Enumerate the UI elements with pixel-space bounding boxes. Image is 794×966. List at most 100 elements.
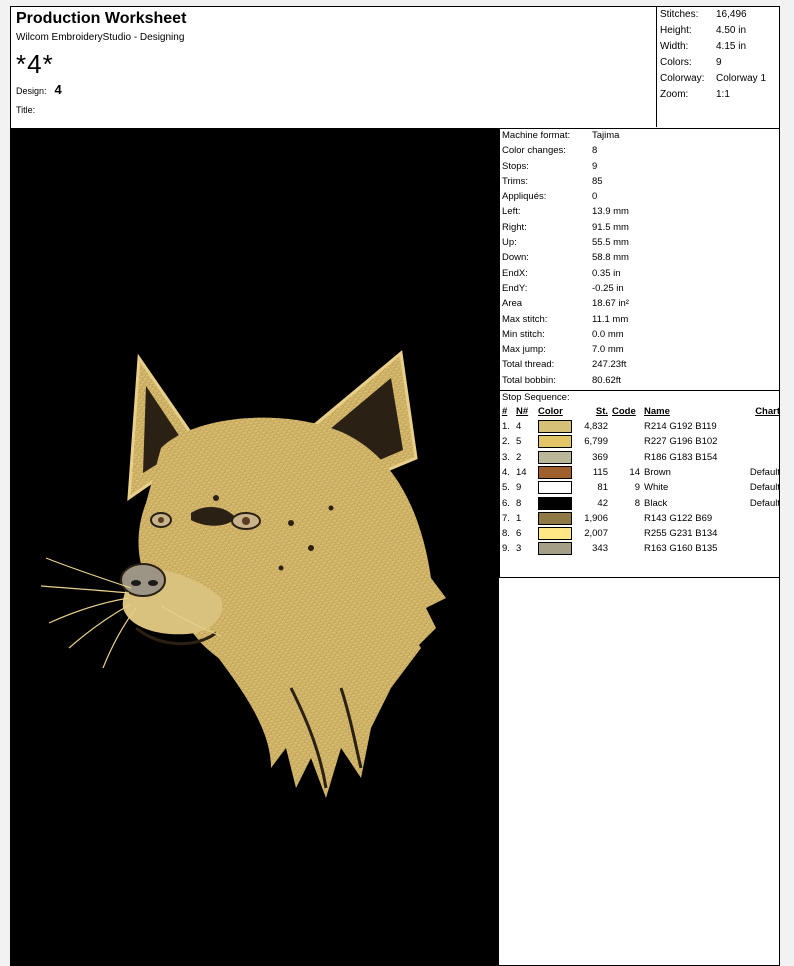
row-index: 8.: [502, 528, 510, 540]
table-row: 9. 3 343 R163 G160 B135: [502, 541, 780, 556]
row-code: 14: [629, 466, 640, 478]
row-chart: [740, 511, 780, 526]
color-swatch: [538, 450, 572, 464]
col-header-name: Name: [644, 406, 670, 418]
row-name: R255 G231 B134: [644, 528, 718, 540]
row-color-swatch: [538, 480, 576, 495]
stat-row: Appliqués: 0: [502, 191, 598, 203]
row-name: R214 G192 B119: [644, 421, 717, 433]
table-row: 2. 5 6,799 R227 G196 B102: [502, 434, 780, 449]
row-code: [612, 434, 644, 449]
row-name: Brown: [644, 466, 671, 478]
stop-sequence-body: 1. 4 4,832 R214 G192 B119 2. 5 6,799 R227 G196 …: [502, 419, 780, 557]
worksheet-title: Production Worksheet: [16, 10, 187, 27]
row-name: White: [644, 482, 669, 494]
stat-row: Stops: 9: [502, 160, 598, 172]
stat-row: Min stitch: 0.0 mm: [502, 328, 624, 340]
row-index: 3.: [502, 451, 510, 463]
summary-row: Colorway: Colorway 1: [660, 73, 767, 84]
row-chart: [740, 541, 780, 556]
row-name: R186 G183 B154: [644, 451, 718, 463]
row-stitches: 343: [592, 543, 608, 555]
row-color-swatch: [538, 450, 576, 465]
row-color-swatch: [538, 419, 576, 434]
stop-sequence-title: Stop Sequence:: [500, 390, 780, 405]
row-code: [612, 541, 644, 556]
design-row: Design: 4: [16, 82, 656, 97]
row-color-swatch: [538, 541, 576, 556]
stat-row: Area 18.67 in²: [502, 298, 629, 310]
row-needle: 14: [516, 466, 527, 478]
summary-row: Colors: 9: [660, 57, 722, 68]
worksheet-page: Production Worksheet Wilcom EmbroiderySt…: [10, 6, 780, 966]
stat-row: Up: 55.5 mm: [502, 237, 629, 249]
row-name: R227 G196 B102: [644, 436, 718, 448]
row-stitches: 115: [592, 466, 608, 478]
row-chart: Default: [749, 466, 780, 478]
stat-row: Left: 13.9 mm: [502, 206, 629, 218]
col-header-index: #: [502, 406, 508, 418]
summary-row: Height: 4.50 in: [660, 25, 747, 36]
row-needle: 6: [516, 528, 522, 540]
row-code: 8: [634, 497, 640, 509]
summary-row: Zoom: 1:1: [660, 89, 730, 100]
row-index: 5.: [502, 482, 510, 494]
row-color-swatch: [538, 511, 576, 526]
row-needle: 8: [516, 497, 522, 509]
row-name: R163 G160 B135: [644, 543, 718, 555]
hyena-embroidery-illustration: [40, 350, 446, 798]
software-name: Wilcom EmbroideryStudio - Designing: [16, 32, 185, 43]
worksheet-header: Production Worksheet Wilcom EmbroiderySt…: [11, 7, 779, 129]
table-row: 8. 6 2,007 R255 G231 B134: [502, 526, 780, 541]
row-stitches: 6,799: [584, 436, 608, 448]
summary-box: Stitches: 16,496 Height: 4.50 in Width: 4.1…: [656, 7, 780, 127]
row-stitches: 42: [597, 497, 608, 509]
row-color-swatch: [538, 526, 576, 541]
color-swatch: [538, 511, 572, 525]
row-code: [612, 526, 644, 541]
stat-row: EndY: -0.25 in: [502, 282, 624, 294]
row-code: [612, 419, 644, 434]
row-color-swatch: [538, 496, 576, 511]
stat-row: Max stitch: 11.1 mm: [502, 313, 629, 325]
col-header-needle: N#: [516, 406, 529, 418]
row-stitches: 81: [597, 482, 608, 494]
row-chart: Default: [749, 482, 780, 494]
color-swatch: [538, 420, 572, 434]
row-chart: Default: [749, 497, 780, 509]
color-swatch: [538, 542, 572, 556]
stat-row: Total thread: 247.23ft: [502, 359, 627, 371]
table-row: 1. 4 4,832 R214 G192 B119: [502, 419, 780, 434]
row-needle: 2: [516, 451, 522, 463]
row-index: 2.: [502, 436, 510, 448]
col-header-stitches: St.: [595, 406, 608, 418]
header-info: Production Worksheet Wilcom EmbroiderySt…: [16, 9, 656, 127]
row-needle: 1: [516, 512, 522, 524]
design-label: Design:: [16, 86, 47, 96]
table-header-row: # N# Color St. Code Name Chart: [502, 405, 780, 419]
stat-row: Right: 91.5 mm: [502, 221, 629, 233]
row-index: 1.: [502, 421, 510, 433]
color-swatch: [538, 527, 572, 541]
row-index: 9.: [502, 543, 510, 555]
color-swatch: [538, 481, 572, 495]
stat-row: EndX: 0.35 in: [502, 267, 621, 279]
row-code: 9: [634, 482, 640, 494]
design-value: 4: [54, 82, 62, 97]
table-row: 3. 2 369 R186 G183 B154: [502, 450, 780, 465]
row-chart: [740, 526, 780, 541]
row-needle: 9: [516, 482, 522, 494]
stat-row: Max jump: 7.0 mm: [502, 344, 624, 356]
row-index: 4.: [502, 466, 510, 478]
row-code: [612, 450, 644, 465]
col-header-color: Color: [538, 406, 563, 418]
table-row: 7. 1 1,906 R143 G122 B69: [502, 511, 780, 526]
row-needle: 5: [516, 436, 522, 448]
row-chart: [740, 450, 780, 465]
row-stitches: 4,832: [584, 421, 608, 433]
color-swatch: [538, 435, 572, 449]
summary-row: Stitches: 16,496: [660, 9, 747, 20]
col-header-code: Code: [612, 406, 636, 418]
stat-row: Color changes: 8: [502, 145, 598, 157]
table-row: 4. 14 115 14 Brown Default: [502, 465, 780, 480]
